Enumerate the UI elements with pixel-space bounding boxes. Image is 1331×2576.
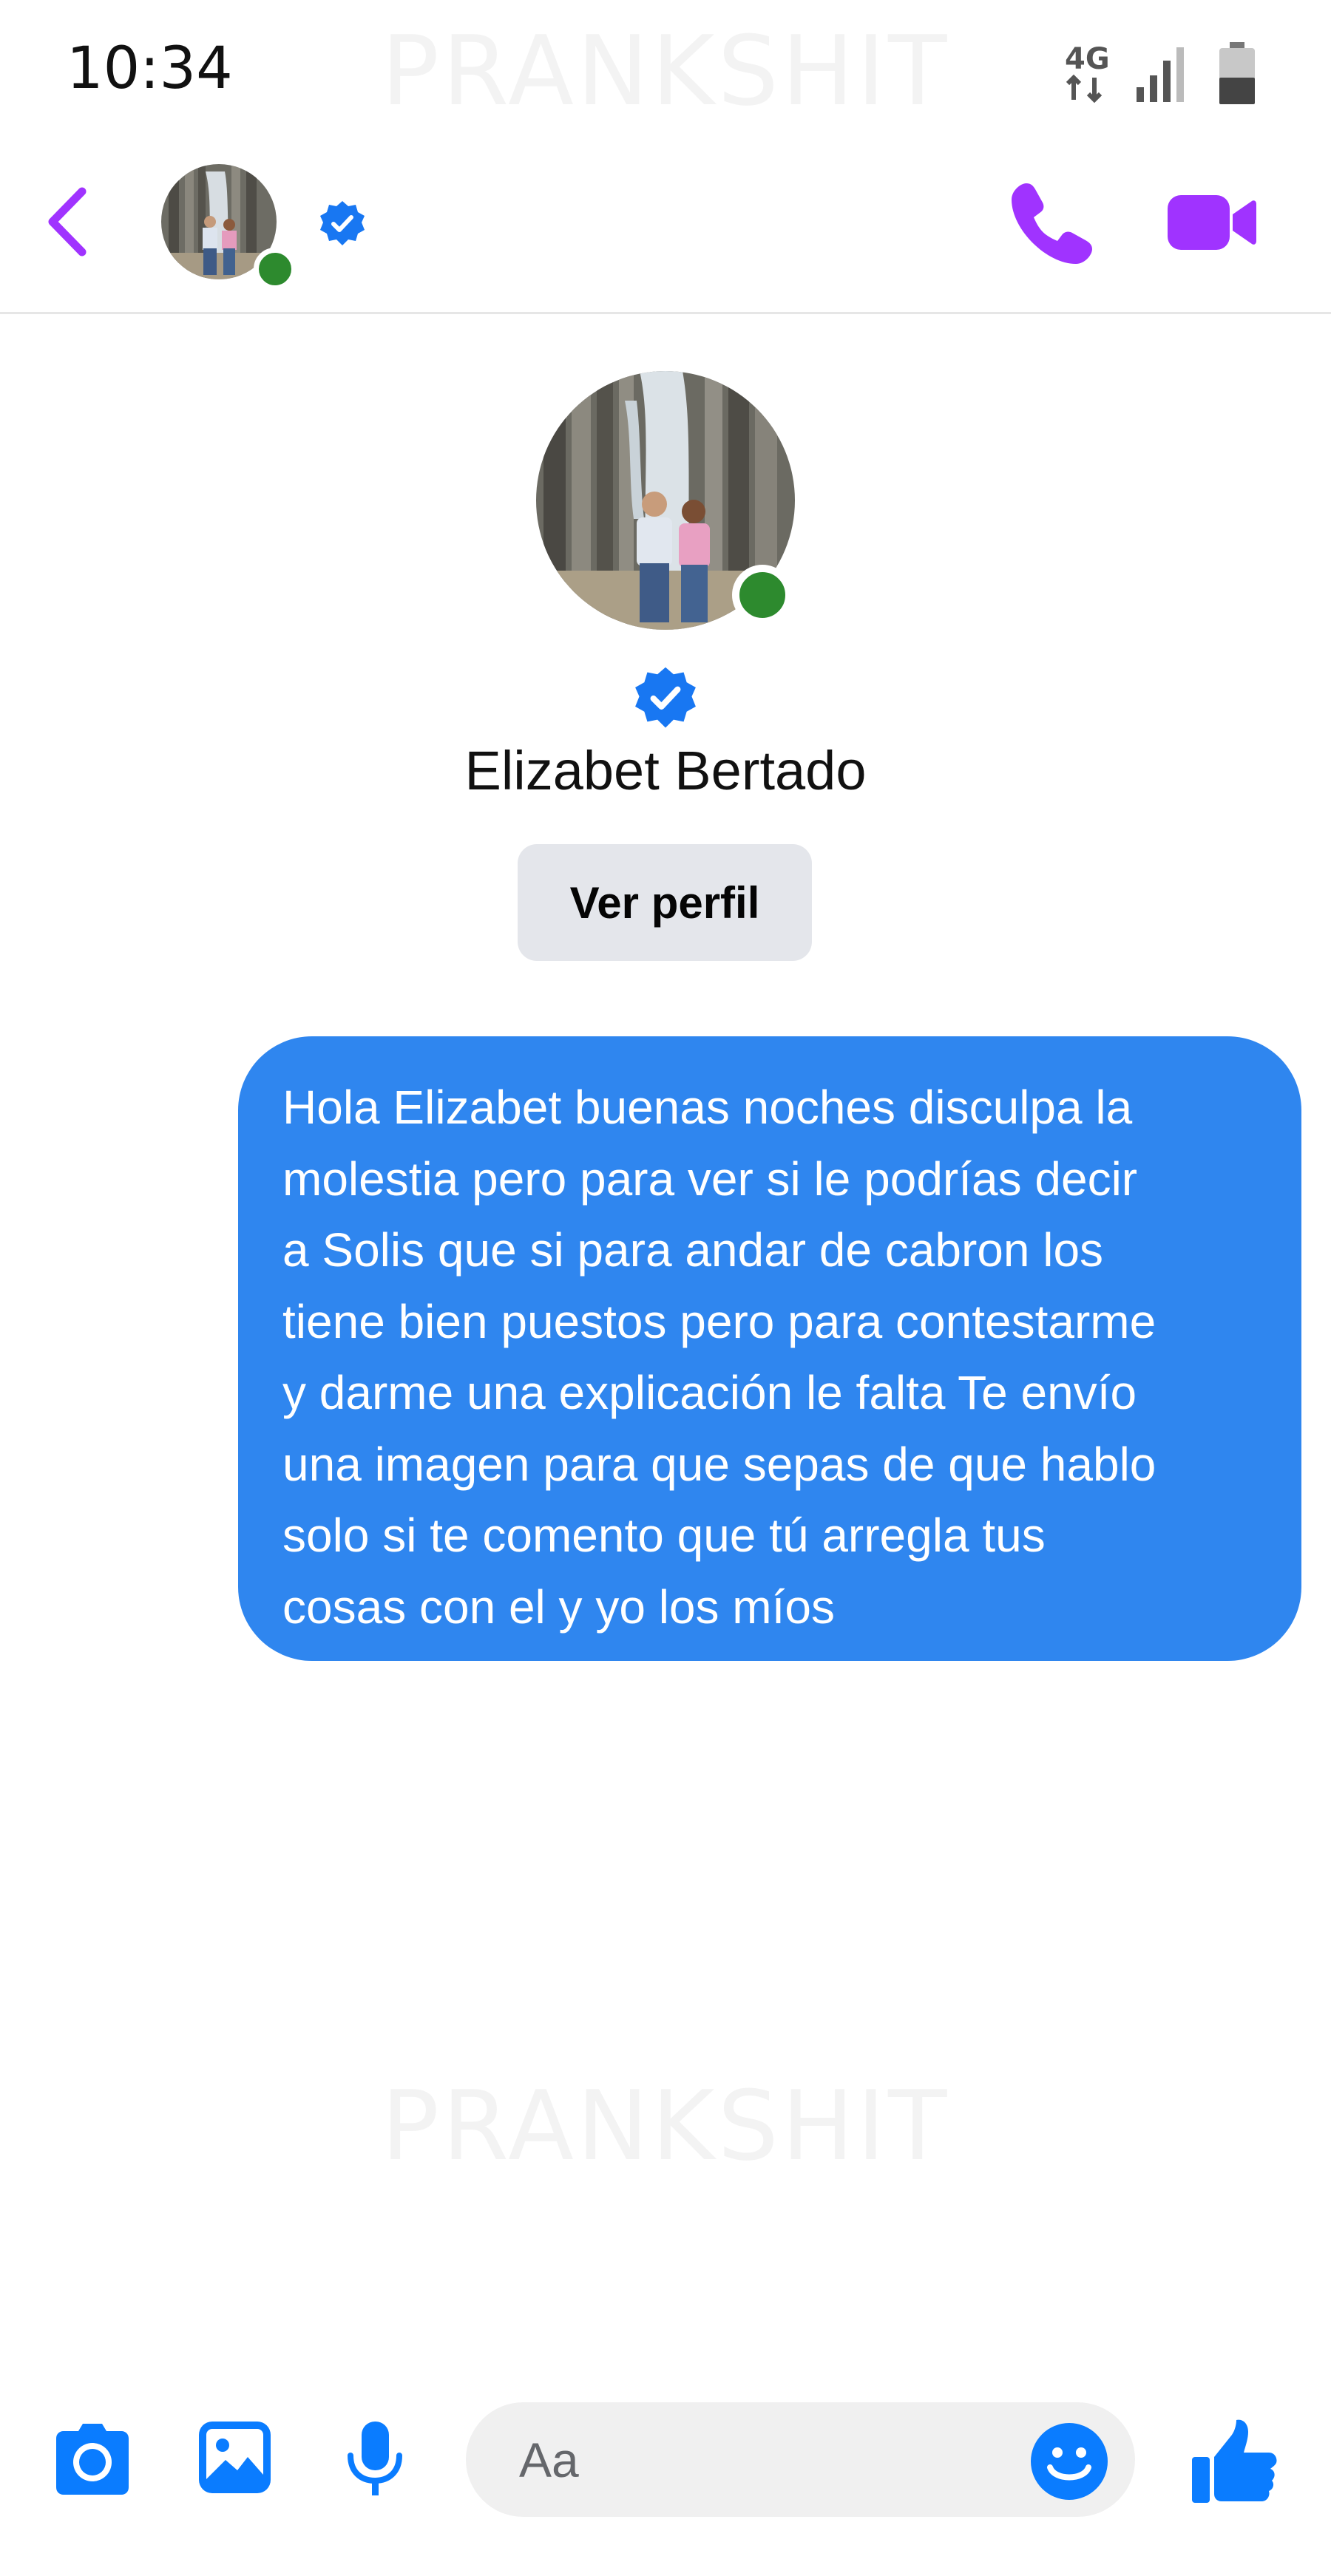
message-line: molestia pero para ver si le podrías dec… bbox=[282, 1152, 1138, 1206]
signal-icon bbox=[1137, 47, 1184, 102]
outgoing-message-bubble[interactable]: Hola Elizabet buenas noches disculpa la … bbox=[238, 1036, 1301, 1661]
network-4g-icon: 4G bbox=[1065, 42, 1110, 103]
phone-icon[interactable] bbox=[1006, 177, 1098, 270]
profile-name: Elizabet Bertado bbox=[464, 740, 867, 801]
message-input[interactable] bbox=[519, 2402, 963, 2517]
status-time: 10:34 bbox=[67, 35, 233, 102]
watermark: PRANKSHIT bbox=[381, 2070, 950, 2182]
message-line: a Solis que si para andar de cabron los bbox=[282, 1223, 1104, 1277]
gallery-icon[interactable] bbox=[196, 2419, 274, 2496]
message-line: solo si te comento que tú arregla tus bbox=[282, 1509, 1046, 1562]
camera-icon[interactable] bbox=[53, 2421, 131, 2498]
message-line: una imagen para que sepas de que hablo bbox=[282, 1437, 1156, 1491]
back-arrow-icon[interactable] bbox=[41, 181, 100, 262]
video-camera-icon[interactable] bbox=[1165, 185, 1257, 259]
verified-badge-icon bbox=[320, 201, 365, 245]
online-indicator bbox=[732, 565, 793, 625]
network-label: 4G bbox=[1065, 42, 1110, 76]
battery-icon bbox=[1219, 42, 1255, 104]
thumbs-up-icon[interactable] bbox=[1189, 2417, 1279, 2506]
message-line: Hola Elizabet buenas noches disculpa la bbox=[282, 1081, 1133, 1134]
microphone-icon[interactable] bbox=[340, 2419, 410, 2500]
emoji-icon[interactable] bbox=[1029, 2422, 1109, 2501]
message-line: cosas con el y yo los míos bbox=[282, 1580, 835, 1634]
message-line: tiene bien puestos pero para contestarme bbox=[282, 1294, 1156, 1348]
header-divider bbox=[0, 312, 1331, 314]
view-profile-button[interactable]: Ver perfil bbox=[518, 844, 812, 961]
message-line: y darme una explicación le falta Te enví… bbox=[282, 1366, 1137, 1419]
online-indicator bbox=[254, 248, 297, 290]
verified-badge-icon bbox=[635, 667, 696, 728]
